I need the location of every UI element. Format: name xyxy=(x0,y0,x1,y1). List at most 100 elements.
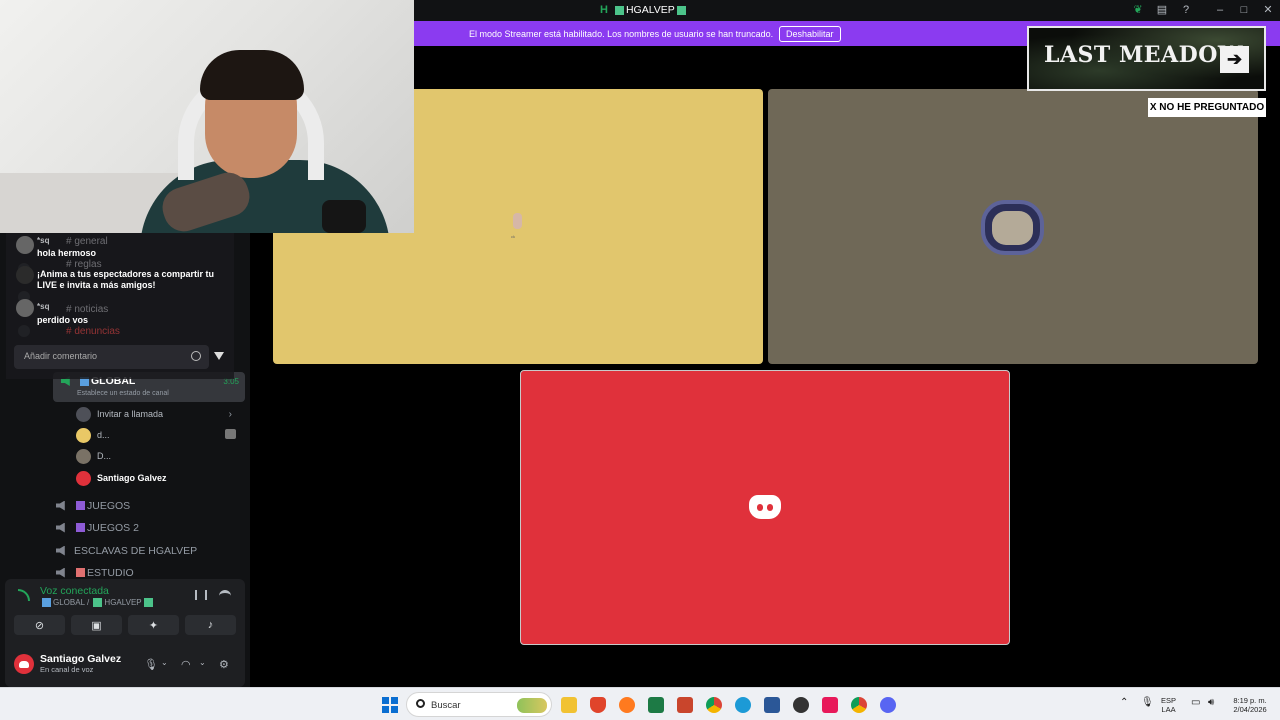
member-name: d... xyxy=(97,430,110,440)
voice-member[interactable]: D... xyxy=(76,446,242,466)
taskbar-search[interactable]: Buscar xyxy=(406,692,552,717)
clock-time: 8:19 p. m. xyxy=(1233,696,1267,705)
voice-location-separator: / xyxy=(86,598,90,607)
camera-off-button[interactable]: ⊘ xyxy=(14,615,65,635)
channel-emoji xyxy=(76,568,85,577)
invite-to-call[interactable]: Invitar a llamada › xyxy=(76,404,242,424)
invite-icon xyxy=(76,406,91,422)
search-highlight-image xyxy=(517,698,547,713)
leaf-icon[interactable]: ❦ xyxy=(1132,4,1144,16)
disable-streamer-button[interactable]: Deshabilitar xyxy=(779,26,841,42)
disconnect-icon[interactable] xyxy=(219,590,231,600)
live-share-icon xyxy=(16,266,34,284)
channel-status[interactable]: Establece un estado de canal xyxy=(77,390,169,397)
emoji-icon[interactable] xyxy=(191,351,201,361)
network-icon[interactable]: ▭ xyxy=(1191,698,1200,708)
chrome-icon[interactable] xyxy=(706,697,722,713)
chevron-down-icon[interactable]: ⌄ xyxy=(161,658,168,667)
discord-icon[interactable] xyxy=(880,697,896,713)
tray-chevron-up-icon[interactable]: ⌃ xyxy=(1120,698,1128,708)
speaker-icon xyxy=(56,522,65,533)
app-icon[interactable] xyxy=(793,697,809,713)
chat-avatar xyxy=(16,236,34,254)
video-tile-self[interactable] xyxy=(520,370,1010,645)
banner-title: LAST MEADOW xyxy=(1044,42,1244,68)
comment-input[interactable]: Añadir comentario xyxy=(14,345,209,369)
excel-icon[interactable] xyxy=(648,697,664,713)
word-icon[interactable] xyxy=(764,697,780,713)
windows-taskbar: Buscar ⌃ 🎙︎ ESP LAA ▭ 🔊︎ 8:19 p. m. 2/04… xyxy=(0,687,1280,720)
streamer-mode-message: El modo Streamer está habilitado. Los no… xyxy=(469,29,774,39)
voice-channel-juegos[interactable]: JUEGOS xyxy=(56,495,244,516)
tile-avatar-badge xyxy=(981,200,1044,255)
user-panel: Santiago Galvez En canal de voz 🎙︎ ⌄ ◠ ⌄… xyxy=(5,640,245,687)
tray-microphone-icon[interactable]: 🎙︎ xyxy=(1141,698,1154,708)
powerpoint-icon[interactable] xyxy=(677,697,693,713)
channel-emoji xyxy=(93,598,103,608)
user-name[interactable]: Santiago Galvez xyxy=(40,653,121,665)
noise-suppression-icon[interactable] xyxy=(195,590,207,600)
start-button[interactable] xyxy=(382,697,398,713)
keyboard-layout: LAA xyxy=(1161,705,1176,714)
voice-channel-name: ESCLAVAS DE HGALVEP xyxy=(74,544,198,557)
activities-button[interactable]: ✦ xyxy=(128,615,179,635)
webcam-overlay xyxy=(0,0,414,233)
discord-logo-icon xyxy=(19,660,29,668)
soundboard-icon: ♪ xyxy=(207,619,214,631)
settings-gear-icon[interactable]: ⚙ xyxy=(219,658,229,671)
video-tile-member-2[interactable] xyxy=(768,89,1258,364)
chrome-icon[interactable] xyxy=(851,697,867,713)
user-avatar[interactable] xyxy=(14,654,34,674)
camera-off-icon: ⊘ xyxy=(34,619,45,632)
avatar-image xyxy=(992,211,1033,245)
voice-member[interactable]: d... xyxy=(76,425,242,445)
voice-location[interactable]: GLOBAL / HGALVEP xyxy=(40,598,155,608)
microphone-icon[interactable]: 🎙︎ xyxy=(144,658,158,671)
screen-share-button[interactable]: ▣ xyxy=(71,615,122,635)
voice-channel-name: JUEGOS xyxy=(87,499,131,512)
brave-icon[interactable] xyxy=(590,697,606,713)
arrow-right-icon: ➔ xyxy=(1220,46,1249,73)
video-icon xyxy=(225,429,236,439)
signal-icon xyxy=(18,589,30,601)
voice-connected-label[interactable]: Voz conectada xyxy=(40,585,109,597)
window-title: H HGALVEP xyxy=(600,4,688,16)
voice-member-self[interactable]: Santiago Galvez xyxy=(76,468,242,488)
member-avatar xyxy=(76,427,91,443)
chevron-down-icon[interactable]: ⌄ xyxy=(199,658,206,667)
logo-eye xyxy=(757,504,763,511)
close-icon[interactable]: ✕ xyxy=(1262,4,1274,16)
help-icon[interactable]: ? xyxy=(1180,4,1192,16)
voice-channel-name: JUEGOS 2 xyxy=(87,521,139,534)
minimize-icon[interactable]: – xyxy=(1214,4,1226,16)
chat-avatar xyxy=(16,299,34,317)
app-logo: H xyxy=(600,4,608,16)
clock[interactable]: 8:19 p. m. 2/04/2026 xyxy=(1226,696,1274,714)
headphones-icon[interactable]: ◠ xyxy=(181,658,191,671)
edge-icon[interactable] xyxy=(735,697,751,713)
inbox-icon[interactable]: ▤ xyxy=(1156,4,1168,16)
channel-emoji xyxy=(76,523,85,532)
member-name: D... xyxy=(97,451,112,461)
maximize-icon[interactable]: □ xyxy=(1238,4,1250,16)
member-avatar xyxy=(76,470,91,486)
firefox-icon[interactable] xyxy=(619,697,635,713)
file-explorer-icon[interactable] xyxy=(561,697,577,713)
voice-channel-juegos-2[interactable]: JUEGOS 2 xyxy=(56,517,244,538)
send-icon[interactable] xyxy=(214,352,224,360)
invite-label: Invitar a llamada xyxy=(97,409,164,419)
soundboard-button[interactable]: ♪ xyxy=(185,615,236,635)
ghost-channel-denuncias: # denuncias xyxy=(66,326,120,337)
volume-icon[interactable]: 🔊︎ xyxy=(1208,698,1214,708)
chat-message-text: perdido vos xyxy=(37,315,89,325)
voice-channel-esclavas[interactable]: ESCLAVAS DE HGALVEP xyxy=(56,540,244,561)
tile-small-label: ck xyxy=(511,234,515,239)
tiktok-icon[interactable] xyxy=(822,697,838,713)
screen-share-icon: ▣ xyxy=(91,619,102,632)
tile-avatar-figure xyxy=(513,213,522,229)
voice-location-channel: GLOBAL xyxy=(53,598,85,607)
last-meadow-banner: LAST MEADOW ➔ xyxy=(1027,26,1266,91)
language-indicator[interactable]: ESP LAA xyxy=(1161,696,1176,714)
voice-location-server: HGALVEP xyxy=(104,598,142,607)
screen: # general # reglas # noticias # denuncia… xyxy=(0,0,1280,720)
